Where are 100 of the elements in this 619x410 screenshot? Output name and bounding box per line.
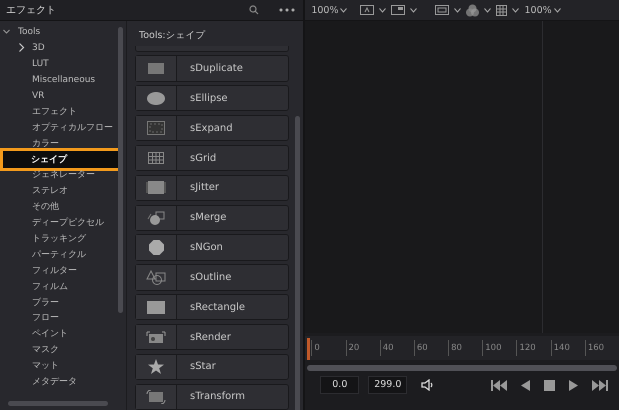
tree-item[interactable]: オプティカルフロー (30, 120, 115, 134)
tool-card[interactable]: sGrid (135, 144, 290, 172)
tick-label: 40 (380, 340, 414, 356)
scrollbar[interactable] (118, 27, 123, 313)
tree-item[interactable]: Tools (16, 26, 42, 37)
tool-card[interactable]: sNGon (135, 234, 290, 261)
scrollbar[interactable] (295, 116, 300, 410)
panel-title: エフェクト (6, 4, 57, 17)
scrollbar[interactable] (307, 365, 617, 371)
tool-name: sGrid (189, 152, 216, 164)
tree-item[interactable]: ディープピクセル (30, 216, 106, 230)
tree-item[interactable]: その他 (30, 200, 61, 214)
tool-name: sRender (189, 332, 231, 343)
tree-item[interactable]: カラー (30, 136, 61, 150)
tool-name: sJitter (189, 182, 220, 194)
tree-item[interactable]: トラッキング (30, 232, 88, 246)
caret-icon[interactable] (512, 8, 520, 12)
tool-name: sExpand (189, 122, 233, 134)
tool-card[interactable]: sExpand (135, 114, 290, 142)
tick-label: 0 (311, 340, 346, 356)
tree-item[interactable]: ブラー (30, 296, 61, 309)
rectangle-icon (148, 62, 164, 74)
rectangle-icon (146, 181, 166, 194)
tick-label: 80 (448, 340, 482, 356)
render-icon (146, 330, 166, 344)
tool-card[interactable]: sRender (135, 324, 290, 350)
tool-card[interactable]: sDuplicate (135, 55, 290, 82)
rectangle-icon (147, 300, 165, 314)
tree-item[interactable]: エフェクト (30, 104, 79, 118)
more-icon[interactable] (279, 8, 296, 12)
caret-icon[interactable] (484, 8, 492, 12)
octagon-icon (148, 240, 164, 256)
caret-icon (340, 8, 348, 12)
start-time-field[interactable]: 0.0 (320, 376, 360, 394)
merge-icon (147, 210, 165, 225)
tree-item[interactable]: Miscellaneous (30, 74, 98, 85)
timeline-ruler[interactable]: 0 20 40 60 80 100 120 140 160 (305, 336, 619, 360)
tool-card[interactable]: sEllipse (135, 85, 290, 112)
tick-label: 20 (346, 340, 380, 356)
tool-name: sTransform (189, 391, 245, 402)
text-overlay-icon[interactable] (360, 5, 374, 15)
scrollbar[interactable] (8, 401, 108, 406)
transform-icon (146, 390, 166, 404)
play-reverse-icon[interactable] (521, 380, 530, 390)
tree-item[interactable]: マット (30, 359, 61, 372)
tree-item[interactable]: マスク (30, 343, 61, 356)
play-icon[interactable] (569, 380, 578, 390)
skip-forward-icon[interactable] (592, 380, 608, 390)
monitor-icon[interactable] (435, 5, 450, 15)
skip-back-icon[interactable] (491, 380, 508, 390)
tree-item[interactable]: パーティクル (30, 248, 88, 261)
tool-card[interactable]: sJitter (135, 174, 290, 202)
outline-icon (146, 270, 166, 285)
tree-item[interactable]: フィルム (30, 280, 70, 293)
playhead[interactable] (307, 338, 310, 360)
tree-item[interactable]: ステレオ (30, 184, 70, 198)
tick-label: 100 (482, 340, 516, 356)
tree-item[interactable]: メタデータ (30, 375, 79, 388)
view-icon[interactable] (391, 5, 406, 15)
tick-label: 60 (414, 340, 448, 356)
tool-card[interactable]: sTransform (135, 384, 290, 410)
tree-item[interactable]: 3D (30, 42, 47, 53)
tool-card[interactable]: sMerge (135, 204, 290, 231)
breadcrumb: Tools:シェイプ (138, 29, 207, 42)
tool-card[interactable]: sRectangle (135, 294, 290, 320)
caret-icon[interactable] (454, 8, 462, 12)
expand-icon (147, 121, 165, 136)
chevron-icon[interactable] (18, 43, 25, 52)
caret-icon (554, 8, 561, 12)
tree-item[interactable]: VR (30, 90, 46, 100)
stop-icon[interactable] (544, 380, 556, 390)
tool-card[interactable]: sOutline (135, 264, 290, 291)
zoom-dropdown[interactable]: 100% (311, 4, 348, 16)
tree-item[interactable]: LUT (30, 58, 51, 69)
tool-name: sNGon (189, 242, 223, 254)
tick-label: 140 (550, 340, 585, 356)
tree-item[interactable]: シェイプ (3, 150, 119, 168)
ellipse-icon (147, 92, 165, 105)
tree-item[interactable]: ペイント (30, 327, 70, 340)
zoom-dropdown[interactable]: 100% (524, 4, 561, 16)
tick-label: 120 (516, 340, 551, 356)
caret-icon[interactable] (379, 8, 386, 12)
chevron-icon[interactable] (3, 28, 10, 36)
tool-name: sDuplicate (189, 62, 243, 74)
tool-name: sStar (189, 361, 216, 372)
tool-name: sRectangle (189, 302, 246, 313)
color-channels-icon[interactable] (466, 4, 480, 16)
end-time-field[interactable]: 299.0 (368, 376, 408, 394)
tool-name: sMerge (189, 212, 226, 224)
tree-item[interactable]: ジェネレーター (30, 168, 97, 182)
grid-icon[interactable] (496, 4, 508, 16)
star-icon (148, 359, 164, 374)
tool-card[interactable]: sStar (135, 354, 290, 380)
caret-icon[interactable] (410, 8, 418, 12)
tree-item[interactable]: フィルター (30, 264, 79, 277)
tool-name: sOutline (189, 272, 232, 283)
search-icon[interactable] (249, 5, 260, 15)
tool-name: sEllipse (189, 92, 228, 104)
tree-item[interactable]: フロー (30, 311, 61, 324)
speaker-icon[interactable] (421, 379, 436, 391)
